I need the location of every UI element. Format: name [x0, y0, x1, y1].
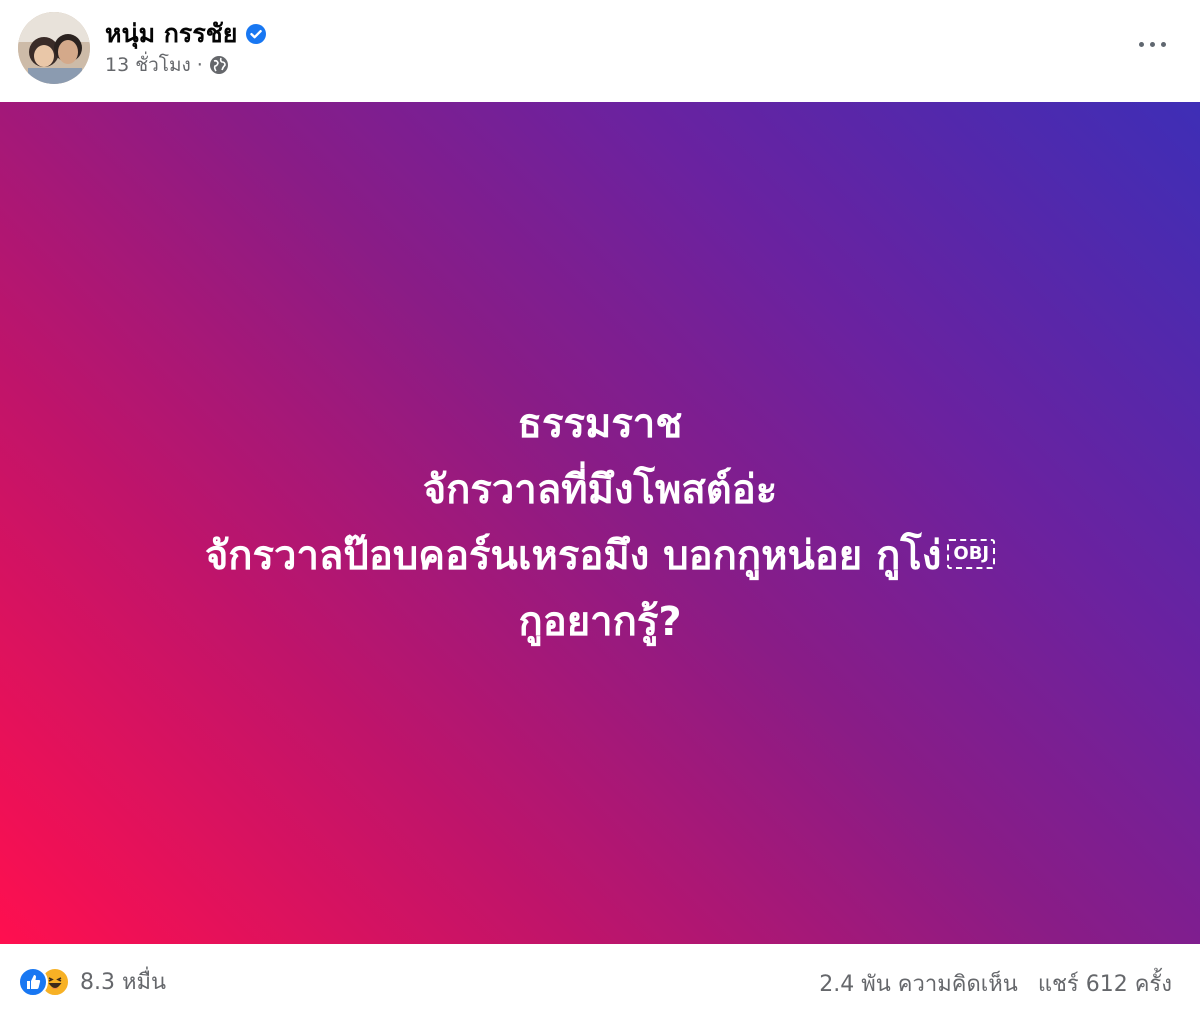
post-text-line-3: จักรวาลป๊อบคอร์นเหรอมึง บอกกูหน่อย กูโง่…	[204, 523, 996, 589]
post-footer: 8.3 หมื่น 2.4 พัน ความคิดเห็น แชร์ 612 ค…	[0, 944, 1200, 1014]
post-text-line-3-text: จักรวาลป๊อบคอร์นเหรอมึง บอกกูหน่อย กูโง่	[204, 533, 942, 579]
comments-count-link[interactable]: 2.4 พัน ความคิดเห็น	[819, 966, 1018, 1001]
globe-icon[interactable]	[209, 55, 229, 75]
author-name[interactable]: หนุ่ม กรรชัย	[105, 14, 237, 54]
author-row: หนุ่ม กรรชัย	[105, 14, 267, 54]
verified-badge-icon	[245, 23, 267, 45]
post-header: หนุ่ม กรรชัย 13 ชั่วโมง ·	[0, 0, 1200, 100]
post-text-line-2: จักรวาลที่มึงโพสต์อ่ะ	[422, 467, 778, 513]
object-placeholder-glyph: OBJ	[947, 539, 996, 569]
engagement-stats: 2.4 พัน ความคิดเห็น แชร์ 612 ครั้ง	[819, 966, 1172, 1001]
post-meta: 13 ชั่วโมง ·	[105, 50, 229, 80]
reactions-summary[interactable]: 8.3 หมื่น	[18, 964, 166, 999]
post-text-line-4: กูอยากรู้?	[518, 599, 682, 645]
more-options-button[interactable]	[1130, 22, 1174, 66]
facebook-post: หนุ่ม กรรชัย 13 ชั่วโมง · ธรรมราช จักรวา…	[0, 0, 1200, 1014]
post-text-line-1: ธรรมราช	[517, 401, 683, 447]
shares-count-link[interactable]: แชร์ 612 ครั้ง	[1038, 966, 1172, 1001]
more-horizontal-icon-dot	[1149, 41, 1155, 47]
meta-separator: ·	[196, 54, 203, 76]
post-text: ธรรมราช จักรวาลที่มึงโพสต์อ่ะ จักรวาลป๊อ…	[204, 391, 996, 655]
post-timestamp[interactable]: 13 ชั่วโมง	[105, 50, 191, 80]
more-horizontal-icon-dot	[1138, 41, 1144, 47]
author-avatar[interactable]	[18, 12, 90, 84]
more-horizontal-icon-dot	[1160, 41, 1166, 47]
like-icon	[18, 966, 48, 997]
avatar-photo	[18, 12, 90, 84]
reaction-count: 8.3 หมื่น	[80, 970, 167, 995]
post-media-text-background[interactable]: ธรรมราช จักรวาลที่มึงโพสต์อ่ะ จักรวาลป๊อ…	[0, 102, 1200, 944]
